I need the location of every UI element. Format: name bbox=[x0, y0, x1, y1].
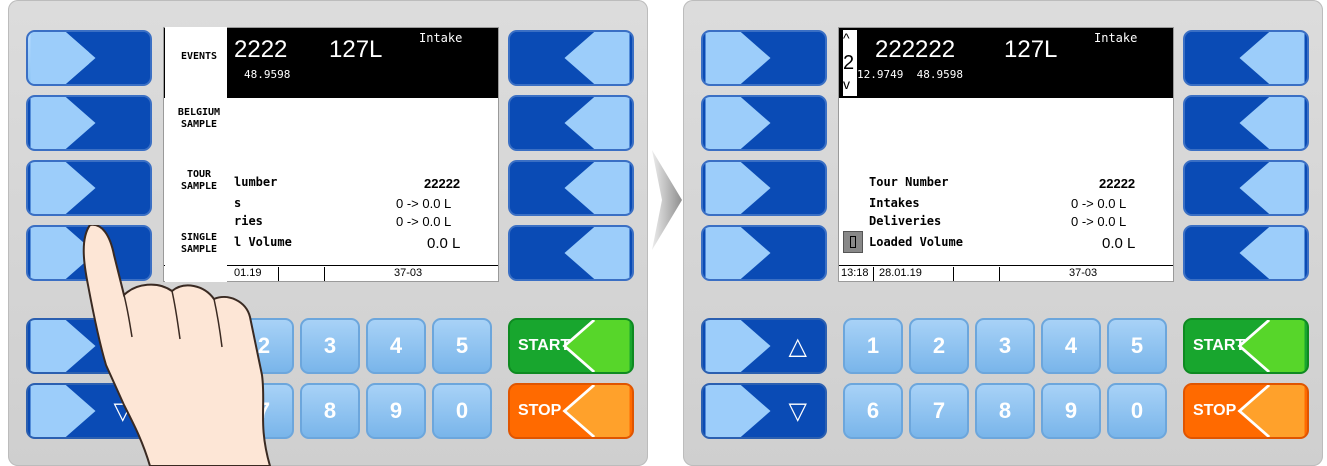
scroll-indicator: ^ 2 v bbox=[843, 30, 857, 96]
record-index: 2 bbox=[843, 52, 855, 74]
up-key[interactable]: △ bbox=[701, 318, 827, 374]
chevron-left-icon bbox=[1187, 97, 1305, 149]
start-button[interactable]: START bbox=[1183, 318, 1309, 374]
soft-key-right-2[interactable] bbox=[1183, 95, 1309, 151]
chevron-right-icon bbox=[30, 162, 148, 214]
row-value: 22222 bbox=[424, 176, 461, 191]
row-value: 0.0 L bbox=[1102, 235, 1136, 252]
row-value: 0 -> 0.0 L bbox=[396, 196, 452, 211]
down-key[interactable]: ▽ bbox=[701, 383, 827, 439]
digit-key[interactable]: 6 bbox=[843, 383, 903, 439]
digit-key[interactable]: 9 bbox=[1041, 383, 1101, 439]
pointing-hand-icon bbox=[82, 225, 272, 466]
soft-key-left-2[interactable] bbox=[26, 95, 152, 151]
digit-key[interactable]: 0 bbox=[1107, 383, 1167, 439]
status-date: 28.01.19 bbox=[879, 267, 922, 279]
chevron-right-icon bbox=[30, 32, 148, 84]
row-label: Tour Number bbox=[869, 175, 949, 189]
soft-key-right-2[interactable] bbox=[508, 95, 634, 151]
chevron-right-icon bbox=[705, 97, 823, 149]
header-volume: 127L bbox=[1004, 36, 1058, 63]
transition-arrow-icon bbox=[652, 150, 682, 250]
chevron-right-icon bbox=[705, 227, 823, 279]
chevron-right-icon bbox=[705, 32, 823, 84]
digit-key[interactable]: 7 bbox=[909, 383, 969, 439]
down-arrow-icon: ▽ bbox=[788, 397, 807, 425]
digit-key[interactable]: 1 bbox=[843, 318, 903, 374]
stop-button[interactable]: STOP bbox=[508, 383, 634, 439]
row-value: 0 -> 0.0 L bbox=[396, 214, 452, 229]
soft-key-right-3[interactable] bbox=[1183, 160, 1309, 216]
chevron-left-icon bbox=[512, 162, 630, 214]
stop-label: STOP bbox=[1193, 402, 1237, 419]
chevron-left-icon bbox=[512, 227, 630, 279]
soft-key-right-4[interactable] bbox=[508, 225, 634, 281]
digit-key[interactable]: 0 bbox=[432, 383, 492, 439]
row-value: 0 -> 0.0 L bbox=[1071, 196, 1127, 211]
row-value: 22222 bbox=[1099, 176, 1136, 191]
status-code: 37-03 bbox=[1069, 267, 1098, 279]
row-label: Deliveries bbox=[869, 214, 942, 228]
status-bar: 13:18 28.01.19 37-03 bbox=[839, 265, 1173, 281]
chevron-left-icon bbox=[1187, 162, 1305, 214]
soft-key-left-4[interactable] bbox=[701, 225, 827, 281]
chevron-left-icon bbox=[1187, 32, 1305, 84]
digit-key[interactable]: 8 bbox=[975, 383, 1035, 439]
row-value: 0.0 L bbox=[427, 235, 461, 252]
digit-key[interactable]: 4 bbox=[366, 318, 426, 374]
header-volume: 127L bbox=[329, 36, 383, 63]
header-number: 2222 bbox=[234, 36, 288, 63]
menu-item-tour-sample[interactable]: TOUR SAMPLE bbox=[171, 169, 227, 193]
right-display-screen: ^ 2 v 222222 127L Intake 12.9749 48.9598… bbox=[838, 27, 1174, 282]
right-terminal-panel: ^ 2 v 222222 127L Intake 12.9749 48.9598… bbox=[683, 0, 1323, 466]
header-mode: Intake bbox=[1094, 31, 1138, 45]
row-label: lumber bbox=[234, 175, 278, 189]
soft-key-left-2[interactable] bbox=[701, 95, 827, 151]
soft-key-left-3[interactable] bbox=[701, 160, 827, 216]
chevron-left-icon bbox=[512, 97, 630, 149]
digit-key[interactable]: 3 bbox=[300, 318, 360, 374]
up-arrow-icon: △ bbox=[788, 332, 807, 360]
header-mode: Intake bbox=[419, 31, 463, 45]
start-label: START bbox=[518, 337, 571, 354]
soft-key-left-1[interactable] bbox=[26, 30, 152, 86]
soft-key-right-3[interactable] bbox=[508, 160, 634, 216]
status-time: 13:18 bbox=[841, 267, 869, 279]
stop-button[interactable]: STOP bbox=[1183, 383, 1309, 439]
digit-key[interactable]: 5 bbox=[432, 318, 492, 374]
row-label: Intakes bbox=[869, 196, 920, 210]
digit-key[interactable]: 2 bbox=[909, 318, 969, 374]
fuel-icon bbox=[843, 231, 863, 253]
menu-item-belgium-sample[interactable]: BELGIUM SAMPLE bbox=[171, 107, 227, 131]
chevron-left-icon bbox=[1187, 227, 1305, 279]
stop-label: STOP bbox=[518, 402, 562, 419]
digit-key[interactable]: 8 bbox=[300, 383, 360, 439]
digit-key[interactable]: 4 bbox=[1041, 318, 1101, 374]
menu-item-events[interactable]: EVENTS bbox=[171, 51, 227, 63]
digit-key[interactable]: 5 bbox=[1107, 318, 1167, 374]
row-value: 0 -> 0.0 L bbox=[1071, 214, 1127, 229]
chevron-left-icon bbox=[512, 32, 630, 84]
chevron-right-icon bbox=[30, 97, 148, 149]
display-header: ^ 2 v 222222 127L Intake 12.9749 48.9598 bbox=[839, 28, 1173, 98]
header-coords: 12.9749 48.9598 bbox=[857, 68, 963, 81]
start-label: START bbox=[1193, 337, 1246, 354]
soft-key-right-1[interactable] bbox=[508, 30, 634, 86]
header-coords: 48.9598 bbox=[244, 68, 291, 81]
soft-key-left-1[interactable] bbox=[701, 30, 827, 86]
start-button[interactable]: START bbox=[508, 318, 634, 374]
row-label: s bbox=[234, 196, 242, 210]
chevron-right-icon bbox=[705, 162, 823, 214]
status-code: 37-03 bbox=[394, 267, 423, 279]
digit-key[interactable]: 3 bbox=[975, 318, 1035, 374]
header-number: 222222 bbox=[875, 36, 956, 63]
row-label: Loaded Volume bbox=[869, 235, 963, 249]
soft-key-left-3[interactable] bbox=[26, 160, 152, 216]
soft-key-right-1[interactable] bbox=[1183, 30, 1309, 86]
digit-key[interactable]: 9 bbox=[366, 383, 426, 439]
soft-key-right-4[interactable] bbox=[1183, 225, 1309, 281]
